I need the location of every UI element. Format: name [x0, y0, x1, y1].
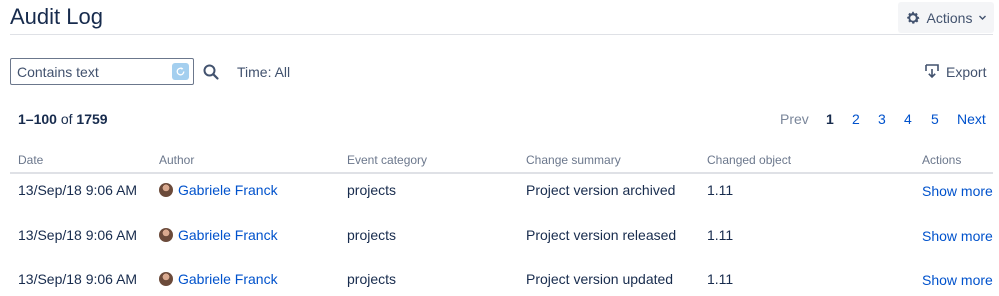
pagination-page-4[interactable]: 4 — [904, 111, 912, 127]
time-filter[interactable]: Time: All — [237, 64, 290, 80]
audit-log-table: Date Author Event category Change summar… — [10, 150, 993, 296]
cell-change-summary: Project version archived — [526, 182, 676, 198]
pagination-page-3[interactable]: 3 — [878, 111, 886, 127]
header-divider — [10, 34, 993, 35]
author-link[interactable]: Gabriele Franck — [178, 227, 278, 243]
result-count: 1–100 of 1759 — [18, 111, 108, 127]
reset-search-icon[interactable] — [172, 63, 189, 80]
column-header-date: Date — [18, 153, 44, 167]
search-field — [10, 58, 194, 85]
cell-event-category: projects — [347, 271, 397, 287]
column-header-actions: Actions — [922, 153, 962, 167]
pagination-next[interactable]: Next — [957, 111, 986, 127]
show-more-link[interactable]: Show more — [922, 228, 993, 244]
avatar — [159, 227, 173, 242]
avatar — [159, 183, 173, 197]
cell-date: 13/Sep/18 9:06 AM — [18, 182, 138, 198]
page-title: Audit Log — [10, 4, 103, 29]
show-more-link[interactable]: Show more — [922, 272, 993, 288]
export-icon — [924, 63, 940, 82]
gear-icon — [905, 10, 921, 26]
cell-changed-object: 1.11 — [707, 226, 734, 243]
cell-event-category: projects — [347, 226, 397, 243]
column-header-event-category: Event category — [347, 153, 428, 167]
cell-author: Gabriele Franck — [159, 227, 278, 243]
pagination-page-5[interactable]: 5 — [931, 111, 939, 127]
actions-dropdown-button[interactable]: Actions — [898, 2, 994, 33]
author-link[interactable]: Gabriele Franck — [178, 182, 278, 198]
avatar — [159, 272, 173, 286]
cell-changed-object: 1.11 — [707, 182, 734, 198]
cell-change-summary: Project version updated — [526, 271, 674, 287]
search-icon[interactable] — [202, 63, 220, 81]
cell-author: Gabriele Franck — [159, 271, 278, 287]
export-label: Export — [946, 64, 987, 80]
search-input[interactable] — [11, 59, 171, 84]
audit-log-page: Audit Log Actions Time — [0, 0, 999, 296]
export-button[interactable]: Export — [924, 62, 986, 82]
cell-event-category: projects — [347, 182, 397, 198]
cell-author: Gabriele Franck — [159, 182, 278, 198]
result-range: 1–100 — [18, 111, 57, 127]
pagination-page-2[interactable]: 2 — [852, 111, 860, 127]
table-row: 13/Sep/18 9:06 AM Gabriele Franck projec… — [10, 174, 993, 219]
show-more-link[interactable]: Show more — [922, 183, 993, 199]
table-row: 13/Sep/18 9:06 AM Gabriele Franck projec… — [10, 219, 993, 264]
result-of: of — [60, 111, 73, 127]
author-link[interactable]: Gabriele Franck — [178, 271, 278, 287]
column-header-author: Author — [159, 153, 195, 167]
page-header: Audit Log Actions — [0, 0, 999, 35]
column-header-change-summary: Change summary — [526, 153, 621, 167]
pagination-prev: Prev — [780, 111, 809, 127]
cell-date: 13/Sep/18 9:06 AM — [18, 226, 138, 243]
cell-changed-object: 1.11 — [707, 271, 734, 287]
actions-label: Actions — [926, 9, 973, 26]
result-total: 1759 — [76, 111, 108, 127]
pagination-current-page: 1 — [826, 111, 834, 127]
cell-date: 13/Sep/18 9:06 AM — [18, 271, 138, 287]
column-header-changed-object: Changed object — [707, 153, 792, 167]
chevron-down-icon — [978, 13, 987, 22]
table-row: 13/Sep/18 9:06 AM Gabriele Franck projec… — [10, 263, 993, 296]
table-header: Date Author Event category Change summar… — [10, 150, 993, 174]
cell-change-summary: Project version released — [526, 226, 677, 243]
